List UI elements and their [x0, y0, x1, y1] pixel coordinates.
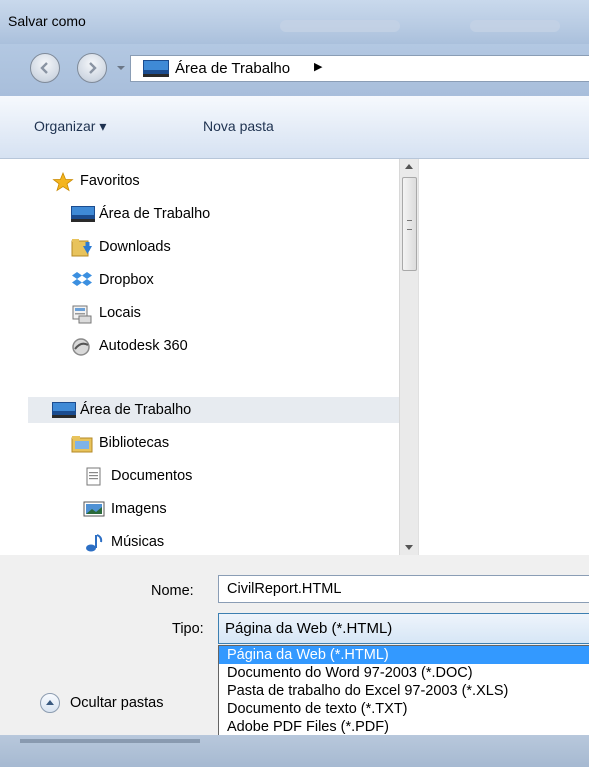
nav-item-label: Imagens — [111, 501, 167, 517]
breadcrumb-item[interactable]: Área de Trabalho — [175, 60, 290, 77]
arrow-left-icon — [40, 62, 48, 74]
background-taskbar-element — [20, 739, 200, 743]
nav-item-desktop[interactable]: Área de Trabalho — [71, 201, 210, 227]
scrollbar-thumb[interactable] — [402, 177, 417, 271]
recent-locations-dropdown-icon[interactable] — [115, 62, 127, 74]
documents-icon — [83, 467, 105, 486]
file-type-option[interactable]: Página da Web (*.HTML) — [219, 646, 589, 664]
address-bar[interactable]: Área de Trabalho ▶ — [130, 55, 589, 82]
file-type-option[interactable]: Documento do Word 97-2003 (*.DOC) — [219, 664, 589, 682]
file-type-option[interactable]: Documento de texto (*.TXT) — [219, 700, 589, 718]
arrow-right-icon — [89, 62, 97, 74]
chevron-up-icon — [40, 693, 60, 713]
desktop-icon — [52, 401, 76, 419]
command-bar: Organizar ▾ Nova pasta — [0, 96, 589, 159]
nav-item-label: Locais — [99, 305, 141, 321]
nav-item-dropbox[interactable]: Dropbox — [71, 267, 154, 293]
desktop-icon — [71, 205, 95, 223]
nav-item-documents[interactable]: Documentos — [83, 463, 192, 489]
navigation-pane: Favoritos Área de Trabalho Downloads Dro… — [28, 159, 399, 555]
scroll-down-arrow-icon[interactable] — [400, 539, 418, 555]
nav-favorites-label: Favoritos — [80, 173, 140, 189]
nav-item-downloads[interactable]: Downloads — [71, 234, 171, 260]
nav-item-libraries[interactable]: Bibliotecas — [71, 430, 169, 456]
nav-item-desktop-root[interactable]: Área de Trabalho — [28, 397, 399, 423]
file-list-pane[interactable] — [418, 159, 589, 555]
dropbox-icon — [71, 271, 93, 289]
autodesk-360-icon — [71, 337, 93, 356]
star-icon — [52, 171, 74, 192]
scroll-up-arrow-icon[interactable] — [400, 159, 418, 175]
window-title: Salvar como — [8, 13, 86, 29]
chevron-right-icon[interactable]: ▶ — [314, 60, 322, 73]
file-type-label: Tipo: — [172, 621, 204, 637]
nav-item-music[interactable]: Músicas — [83, 529, 164, 555]
window-frame-bottom — [0, 735, 589, 767]
nav-item-label: Autodesk 360 — [99, 338, 188, 354]
nav-pane-scrollbar[interactable] — [399, 159, 418, 555]
file-type-option[interactable]: Pasta de trabalho do Excel 97-2003 (*.XL… — [219, 682, 589, 700]
forward-button[interactable] — [77, 53, 107, 83]
background-window-title-2 — [470, 20, 560, 32]
nav-item-label: Bibliotecas — [99, 435, 170, 451]
file-name-input[interactable]: CivilReport.HTML — [218, 575, 589, 603]
nav-item-label: Área de Trabalho — [99, 206, 211, 222]
nav-item-places[interactable]: Locais — [71, 300, 141, 326]
navigation-bar: Área de Trabalho ▶ — [0, 44, 589, 96]
file-type-option[interactable]: Adobe PDF Files (*.PDF) — [219, 718, 589, 736]
desktop-icon — [143, 60, 169, 77]
nav-item-label: Downloads — [99, 239, 171, 255]
places-icon — [71, 304, 93, 324]
background-window-title — [280, 20, 400, 32]
music-icon — [83, 533, 105, 552]
organize-menu-button[interactable]: Organizar ▾ — [34, 118, 106, 135]
new-folder-button[interactable]: Nova pasta — [203, 118, 274, 134]
nav-item-label: Documentos — [111, 468, 193, 484]
hide-folders-button[interactable]: Ocultar pastas — [40, 693, 164, 713]
libraries-icon — [71, 434, 93, 453]
nav-item-pictures[interactable]: Imagens — [83, 496, 167, 522]
nav-item-label: Dropbox — [99, 272, 154, 288]
hide-folders-label: Ocultar pastas — [70, 695, 164, 711]
nav-favorites[interactable]: Favoritos — [52, 168, 140, 194]
file-type-select[interactable]: Página da Web (*.HTML) — [218, 613, 589, 644]
nav-item-label: Músicas — [111, 534, 165, 550]
nav-item-autodesk-360[interactable]: Autodesk 360 — [71, 333, 188, 359]
back-button[interactable] — [30, 53, 60, 83]
scrollbar-grip — [407, 220, 412, 230]
nav-item-label: Área de Trabalho — [80, 402, 192, 418]
title-bar: Salvar como — [0, 0, 589, 44]
file-type-dropdown-list: Página da Web (*.HTML) Documento do Word… — [218, 645, 589, 737]
pictures-icon — [83, 500, 105, 518]
downloads-folder-icon — [71, 238, 93, 257]
file-name-label: Nome: — [151, 583, 194, 599]
